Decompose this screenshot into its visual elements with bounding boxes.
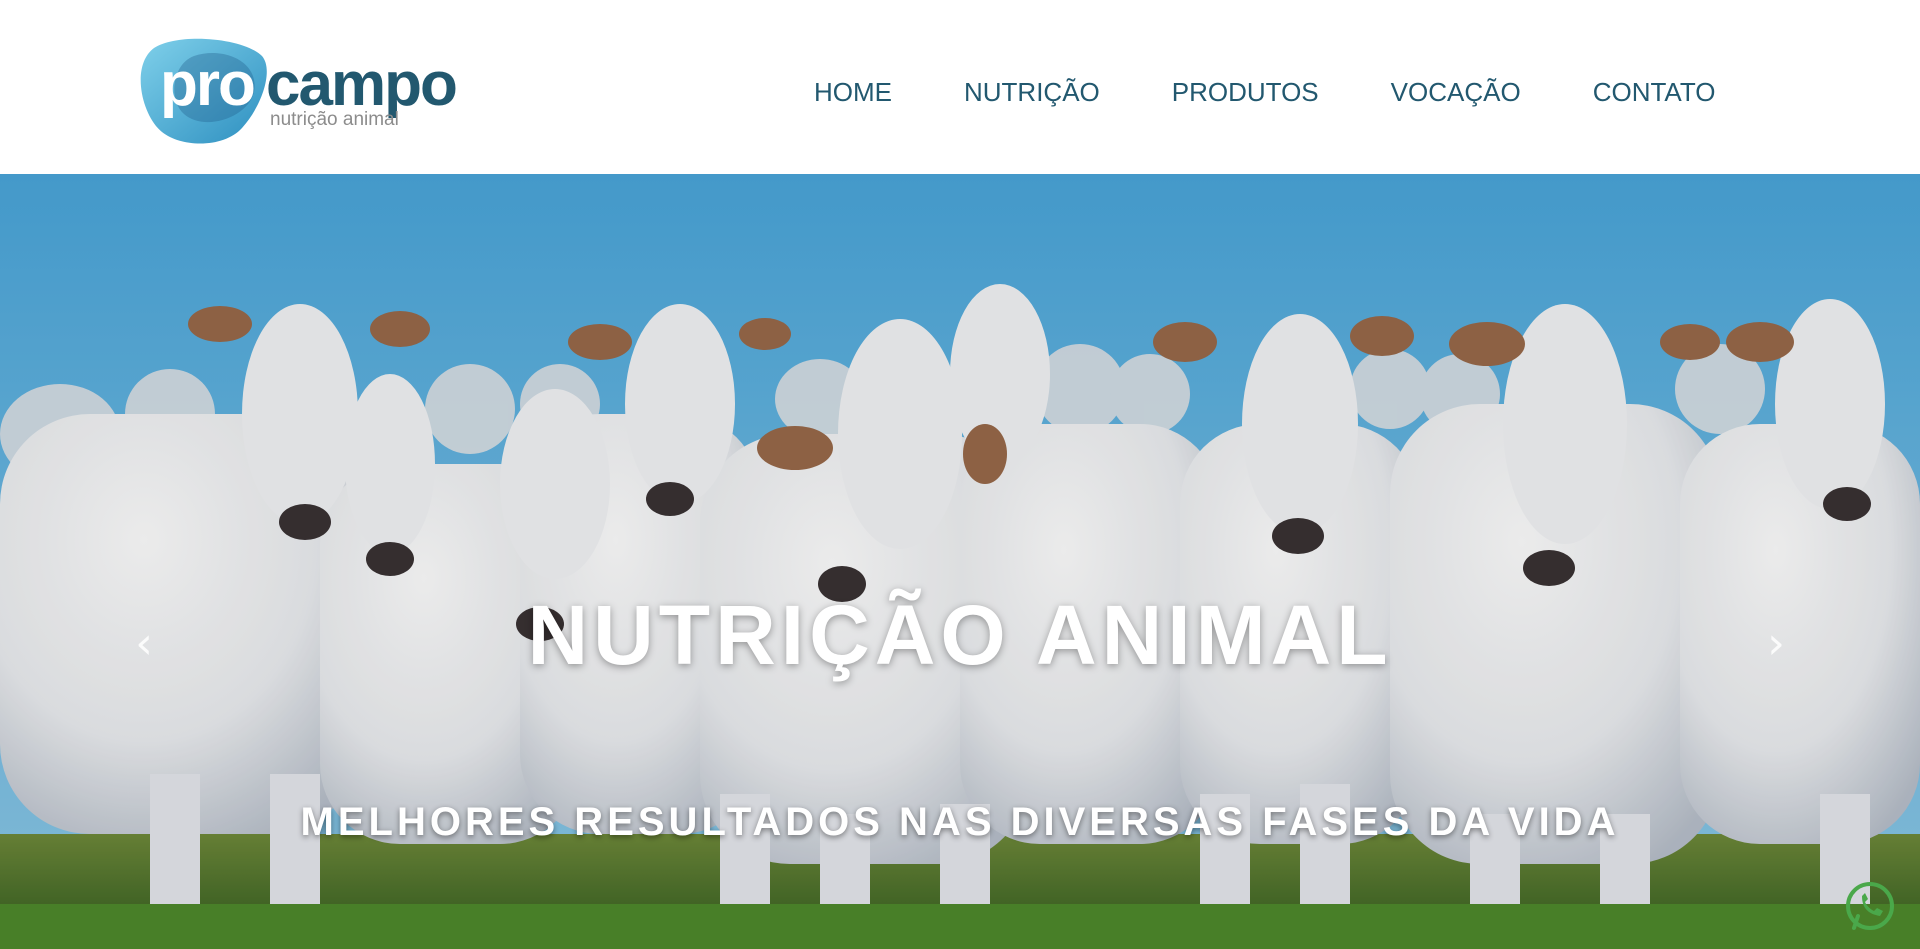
page: pro campo nutrição animal HOME NUTRIÇÃO … <box>0 0 1920 949</box>
hero-slider: NUTRIÇÃO ANIMAL MELHORES RESULTADOS NAS … <box>0 174 1920 949</box>
nav-item-produtos[interactable]: PRODUTOS <box>1172 76 1319 108</box>
logo-campo-text: campo <box>266 50 458 119</box>
logo[interactable]: pro campo nutrição animal <box>134 34 494 154</box>
hero-subtitle: MELHORES RESULTADOS NAS DIVERSAS FASES D… <box>300 800 1620 844</box>
chevron-left-icon[interactable]: ‹ <box>124 614 164 674</box>
chevron-right-icon[interactable]: › <box>1756 614 1796 674</box>
nav-item-contato[interactable]: CONTATO <box>1593 76 1716 108</box>
nav-item-vocacao[interactable]: VOCAÇÃO <box>1391 76 1521 108</box>
hero-title: NUTRIÇÃO ANIMAL <box>527 588 1393 682</box>
main-nav: HOME NUTRIÇÃO PRODUTOS VOCAÇÃO CONTATO <box>814 76 1715 108</box>
logo-pro-text: pro <box>160 50 256 119</box>
site-header: pro campo nutrição animal HOME NUTRIÇÃO … <box>0 0 1920 174</box>
logo-subtitle: nutrição animal <box>270 109 399 130</box>
nav-item-nutricao[interactable]: NUTRIÇÃO <box>964 76 1100 108</box>
whatsapp-icon[interactable] <box>1842 878 1898 934</box>
nav-item-home[interactable]: HOME <box>814 76 892 108</box>
